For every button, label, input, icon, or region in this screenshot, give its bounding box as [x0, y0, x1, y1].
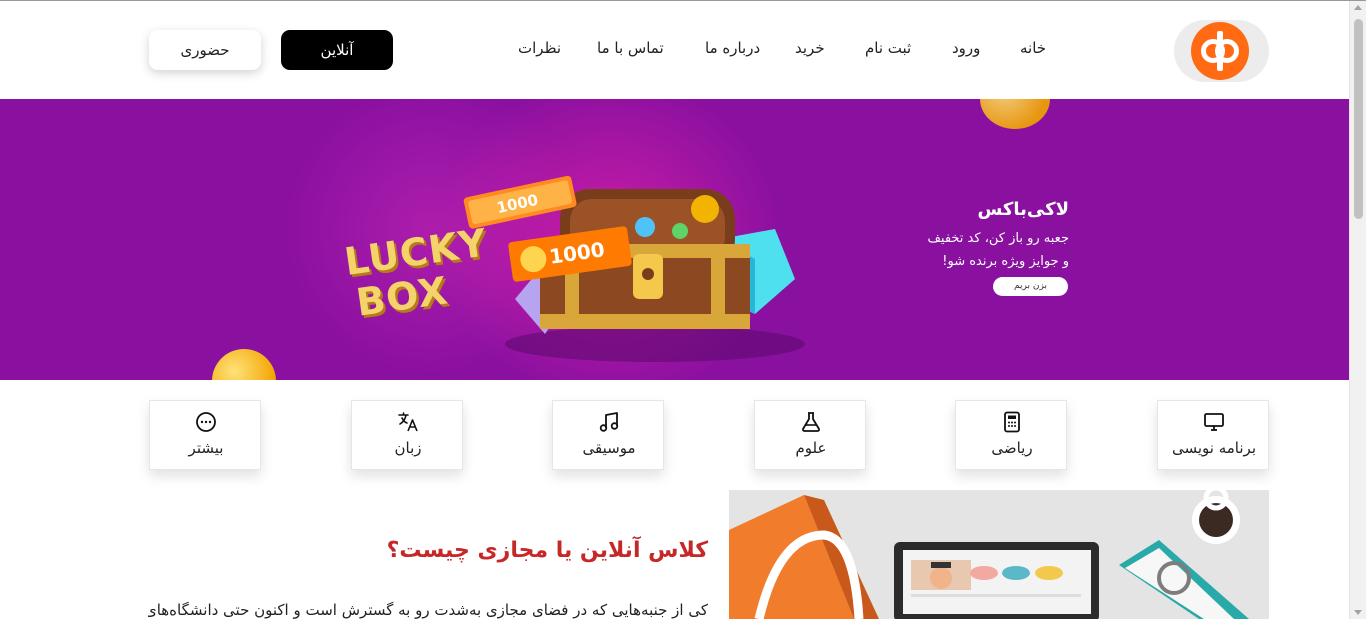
scroll-up-arrow-icon[interactable] [1354, 5, 1362, 10]
section-paragraph: کی از جنبه‌هایی که در فضای مجازی به‌شدت … [148, 601, 708, 619]
site-logo[interactable] [1174, 20, 1269, 82]
scroll-down-arrow-icon[interactable] [1354, 610, 1362, 615]
category-label: زبان [394, 439, 422, 457]
category-label: ریاضی [991, 439, 1033, 457]
category-math[interactable]: ریاضی [955, 400, 1067, 470]
category-label: موسیقی [582, 439, 636, 457]
inperson-button[interactable]: حضوری [149, 30, 261, 70]
nav-home[interactable]: خانه [1020, 39, 1046, 59]
translate-icon [398, 412, 418, 432]
music-note-icon [599, 412, 619, 432]
hero-banner[interactable]: LUCKY BOX 1000 1000 لاکی‌باکس [0, 99, 1349, 380]
banner-title: لاکی‌باکس [977, 199, 1069, 220]
category-label: برنامه نویسی [1171, 439, 1257, 457]
monitor-icon [1204, 413, 1224, 431]
coin-decoration-icon [980, 99, 1050, 129]
nav-register[interactable]: ثبت نام [865, 39, 911, 59]
flask-icon [802, 412, 820, 432]
category-more[interactable]: بیشتر [149, 400, 261, 470]
scrollbar-thumb[interactable] [1354, 19, 1363, 219]
calculator-icon [1004, 411, 1020, 433]
nav-about[interactable]: درباره ما [705, 39, 760, 59]
nav-contact[interactable]: تماس با ما [597, 39, 664, 59]
nav-reviews[interactable]: نظرات [518, 39, 561, 59]
online-button[interactable]: آنلاین [281, 30, 393, 70]
category-music[interactable]: موسیقی [552, 400, 664, 470]
more-dots-icon [196, 412, 216, 432]
treasure-chest-illustration: 1000 1000 [463, 175, 805, 362]
category-science[interactable]: علوم [754, 400, 866, 470]
category-programming[interactable]: برنامه نویسی [1157, 400, 1269, 470]
site-header: خانه ورود ثبت نام خرید درباره ما تماس با… [0, 1, 1349, 99]
logo-mark-icon [1191, 22, 1249, 80]
page-scrollbar[interactable] [1349, 1, 1366, 619]
banner-cta-button[interactable]: بزن بریم [993, 277, 1068, 296]
coin-decoration-icon [212, 349, 276, 380]
section-heading: کلاس آنلاین یا مجازی چیست؟ [386, 538, 708, 563]
category-label: علوم [795, 439, 827, 457]
nav-shop[interactable]: خرید [795, 39, 825, 59]
online-class-illustration [729, 490, 1269, 619]
banner-description: جعبه رو باز کن، کد تخفیف و جوایز ویژه بر… [927, 231, 1069, 269]
category-label: بیشتر [188, 439, 224, 457]
category-language[interactable]: زبان [351, 400, 463, 470]
nav-login[interactable]: ورود [952, 39, 980, 59]
